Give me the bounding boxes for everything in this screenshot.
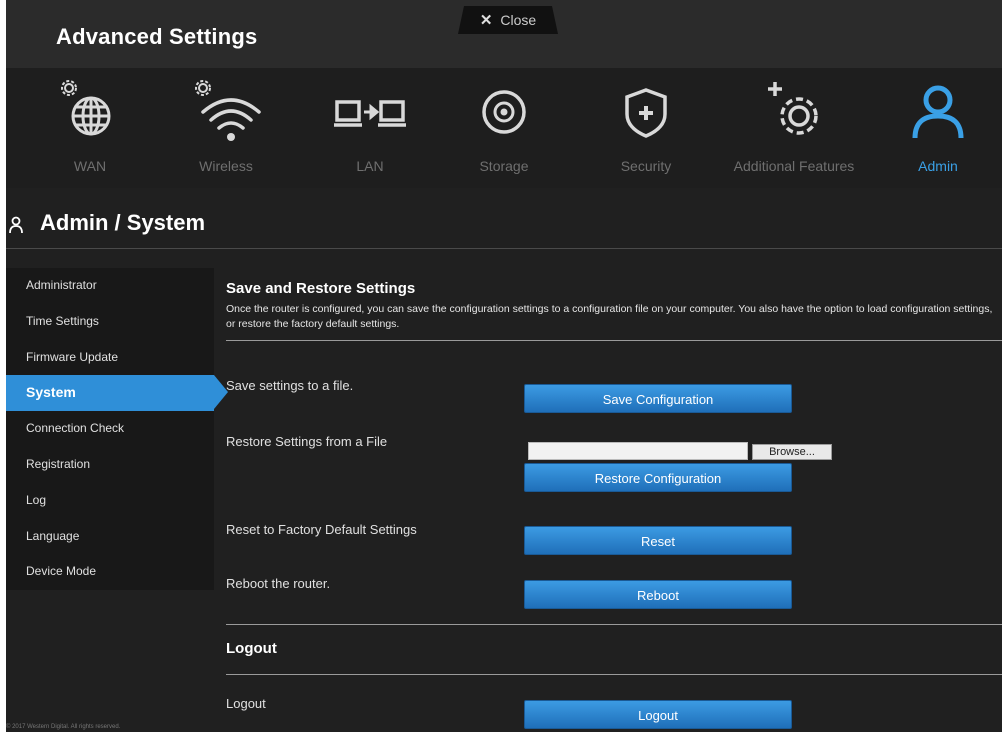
shield-plus-icon <box>625 88 667 138</box>
storage-disc-icon <box>482 90 526 134</box>
nav-label-security: Security <box>620 158 672 174</box>
nav-label-wireless: Wireless <box>199 158 253 174</box>
browse-button[interactable]: Browse... <box>752 444 832 460</box>
nav-item-lan[interactable]: LAN <box>300 68 440 188</box>
nav-label-wan: WAN <box>73 158 107 174</box>
sidebar-item-log[interactable]: Log <box>6 483 214 519</box>
nav-label-additional-features: Additional Features <box>733 158 855 174</box>
sidebar-item-system[interactable]: System <box>6 375 228 412</box>
logout-label: Logout <box>226 696 266 711</box>
lan-computers-icon <box>334 100 406 127</box>
sidebar-item-language[interactable]: Language <box>6 519 214 555</box>
close-button[interactable]: ✕ Close <box>458 6 558 34</box>
nav-item-admin[interactable]: Admin <box>868 68 1002 188</box>
nav-label-storage: Storage <box>479 158 529 174</box>
nav-item-additional-features[interactable]: Additional Features <box>724 68 864 188</box>
restore-configuration-button[interactable]: Restore Configuration <box>524 463 792 492</box>
divider <box>226 624 1002 625</box>
globe-gear-icon <box>61 80 111 136</box>
save-restore-description: Once the router is configured, you can s… <box>226 303 993 330</box>
nav-item-wan[interactable]: WAN <box>20 68 160 188</box>
page-title: Admin / System <box>40 210 206 235</box>
page-title-bar: Admin / System <box>6 188 1002 249</box>
nav-item-security[interactable]: Security <box>576 68 716 188</box>
sidebar-item-administrator[interactable]: Administrator <box>6 268 214 304</box>
divider <box>226 340 1002 341</box>
nav-item-wireless[interactable]: Wireless <box>156 68 296 188</box>
sidebar-item-device-mode[interactable]: Device Mode <box>6 554 214 590</box>
sidebar-item-connection-check[interactable]: Connection Check <box>6 411 214 447</box>
window-header: Advanced Settings ✕ Close <box>6 0 1002 69</box>
gear-plus-icon <box>768 82 818 135</box>
close-icon: ✕ <box>479 12 493 29</box>
app-title: Advanced Settings <box>56 24 258 49</box>
nav-item-storage[interactable]: Storage <box>434 68 574 188</box>
nav-label-admin: Admin <box>918 158 958 174</box>
restore-file-input[interactable] <box>528 442 748 460</box>
wifi-gear-icon <box>195 80 261 141</box>
restore-settings-label: Restore Settings from a File <box>226 434 388 449</box>
sidebar: Administrator Time Settings Firmware Upd… <box>6 268 228 590</box>
user-icon <box>912 85 964 139</box>
reset-button[interactable]: Reset <box>524 526 792 555</box>
nav-label-lan: LAN <box>356 158 384 174</box>
copyright-text: © 2017 Western Digital. All rights reser… <box>6 724 121 730</box>
reboot-button[interactable]: Reboot <box>524 580 792 609</box>
save-settings-label: Save settings to a file. <box>226 378 354 393</box>
reboot-label: Reboot the router. <box>226 576 331 591</box>
logout-title: Logout <box>226 640 277 657</box>
close-label: Close <box>500 12 537 28</box>
sidebar-item-registration[interactable]: Registration <box>6 447 214 483</box>
reset-label: Reset to Factory Default Settings <box>226 522 417 537</box>
main-nav: WAN Wireless LAN Storage Security Additi… <box>6 68 1002 188</box>
divider <box>226 674 1002 675</box>
save-configuration-button[interactable]: Save Configuration <box>524 384 792 413</box>
sidebar-item-firmware-update[interactable]: Firmware Update <box>6 340 214 376</box>
router-admin-window: Advanced Settings ✕ Close WAN Wireless L… <box>6 0 1002 732</box>
save-restore-title: Save and Restore Settings <box>226 280 416 297</box>
user-icon <box>9 216 23 234</box>
sidebar-item-time-settings[interactable]: Time Settings <box>6 304 214 340</box>
logout-button[interactable]: Logout <box>524 700 792 729</box>
